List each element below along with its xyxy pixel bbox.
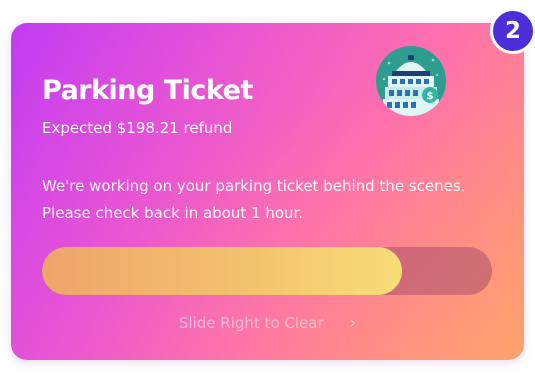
slide-to-clear-handle[interactable] <box>42 247 402 295</box>
status-description: We're working on your parking ticket beh… <box>42 177 466 222</box>
slide-hint-label: Slide Right to Clear <box>178 314 324 332</box>
notification-count-badge: 2 <box>490 8 535 54</box>
chevron-right-icon: › <box>349 313 357 332</box>
slide-to-clear-track[interactable] <box>42 247 492 295</box>
parking-garage-icon: $ <box>376 46 446 116</box>
expected-refund-text: Expected $198.21 refund <box>42 119 233 137</box>
slide-hint: Slide Right to Clear › <box>11 313 524 332</box>
card-title: Parking Ticket <box>42 75 253 106</box>
svg-text:$: $ <box>427 91 434 102</box>
parking-ticket-card[interactable]: Parking Ticket Expected $198.21 refund $… <box>11 23 524 360</box>
